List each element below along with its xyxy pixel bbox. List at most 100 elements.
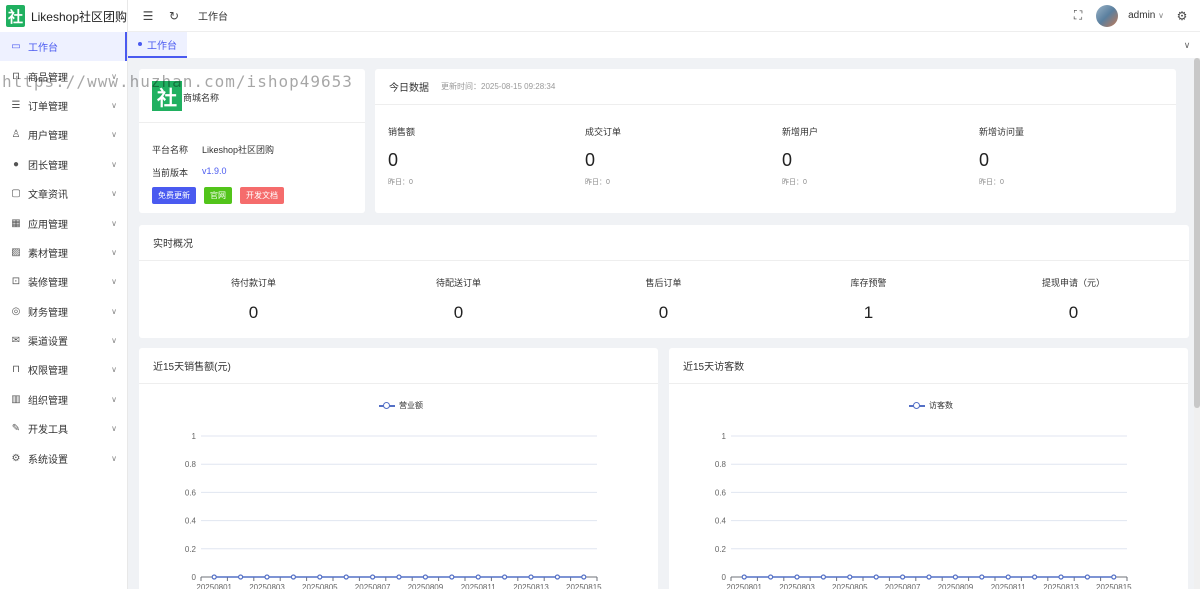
scrollbar-thumb[interactable] [1194,58,1200,408]
realtime-item-after-sales[interactable]: 售后订单 0 [561,276,766,323]
sidebar-item-label: 文章资讯 [28,190,68,202]
stat-orders: 成交订单 0 昨日：0 [585,125,621,187]
realtime-item-pending-delivery[interactable]: 待配送订单 0 [356,276,561,323]
sidebar-item-12[interactable]: ▥ 组织管理 ∨ [0,385,127,414]
avatar[interactable] [1096,4,1119,27]
data-point[interactable] [741,574,747,580]
stat-name: 新增访问量 [979,127,1025,137]
message-icon: ▢ [11,188,21,200]
y-tick-label: 0.8 [715,460,727,469]
data-point[interactable] [1032,574,1038,580]
monitor-icon: ▭ [11,41,21,53]
chevron-down-icon: ∨ [111,394,117,404]
data-point[interactable] [237,574,244,580]
realtime-card: 实时概况 待付款订单 0 待配送订单 0 售后订单 0 库存预警 1 提现申请（… [139,225,1189,338]
chevron-down-icon: ∨ [1158,11,1164,20]
sidebar-item-8[interactable]: ⊡ 装修管理 ∨ [0,267,127,296]
settings-gear-icon[interactable]: ⚙ [1174,8,1190,24]
chevron-down-icon: ∨ [111,218,117,228]
stat-sales: 销售额 0 昨日：0 [388,125,415,187]
data-point[interactable] [290,574,296,580]
sidebar-item-3[interactable]: ♙ 用户管理 ∨ [0,120,127,149]
version-value[interactable]: v1.9.0 [202,166,227,179]
visitors-chart-card: 近15天访客数 访客数 0 0.2 0.4 0.6 0.8 1 20250801 202508… [669,348,1188,589]
page-scrollbar[interactable] [1194,58,1200,589]
official-site-button[interactable]: 官网 [204,187,232,204]
app-title: Likeshop社区团购 [30,9,127,24]
data-point[interactable] [370,574,376,580]
data-point[interactable] [1005,574,1011,580]
data-point[interactable] [900,574,906,580]
chevron-down-icon: ∨ [111,306,117,316]
dev-docs-button[interactable]: 开发文档 [240,187,284,204]
money-icon: ◎ [11,305,21,317]
realtime-item-stock-warning[interactable]: 库存预警 1 [766,276,971,323]
data-point[interactable] [926,574,932,580]
data-point[interactable] [317,574,323,580]
realtime-item-withdrawal[interactable]: 提现申请（元） 0 [971,276,1176,323]
stat-name: 成交订单 [585,127,622,137]
realtime-name: 提现申请（元） [1041,278,1105,288]
data-point[interactable] [794,574,800,580]
app-logo[interactable]: 社 Likeshop社区团购 [0,0,127,32]
list-icon: ☰ [11,99,21,111]
tabs-more-chevron-icon[interactable]: ∨ [1174,32,1200,58]
data-point[interactable] [554,574,560,580]
bag-icon: ⊓ [12,70,20,82]
data-point[interactable] [952,574,958,580]
x-tick-label: 20250803 [249,583,285,589]
chevron-down-icon: ∨ [111,247,117,257]
sidebar-item-6[interactable]: ▦ 应用管理 ∨ [0,208,127,237]
sidebar-item-label: 组织管理 [28,395,68,407]
data-point[interactable] [1111,574,1117,580]
data-point[interactable] [396,574,402,580]
data-point[interactable] [264,574,270,580]
platform-name-value: Likeshop社区团购 [202,145,275,155]
sidebar-item-1[interactable]: ⊓ 商品管理 ∨ [0,61,127,90]
menu-toggle-icon[interactable]: ☰ [140,8,156,24]
data-point[interactable] [1058,574,1064,580]
y-tick-label: 0.8 [185,460,197,469]
platform-name-label: 平台名称 [152,145,189,155]
stat-value: 0 [979,150,990,170]
realtime-item-pending-payment[interactable]: 待付款订单 0 [151,276,356,323]
x-tick-label: 20250805 [832,583,868,589]
sidebar-item-13[interactable]: ✎ 开发工具 ∨ [0,414,127,443]
stat-yesterday: 昨日：0 [979,179,1004,186]
data-point[interactable] [1084,574,1090,580]
refresh-icon[interactable]: ↻ [166,8,182,24]
sidebar-item-0[interactable]: ▭ 工作台 [0,32,127,62]
stat-name: 销售额 [388,127,416,137]
sidebar-item-label: 装修管理 [28,278,68,290]
free-update-button[interactable]: 免费更新 [152,187,196,204]
chevron-down-icon: ∨ [111,130,117,140]
data-point[interactable] [449,574,455,580]
sidebar-item-14[interactable]: ⚙ 系统设置 ∨ [0,443,127,472]
data-point[interactable] [581,574,587,580]
data-point[interactable] [873,574,879,580]
data-point[interactable] [422,574,428,580]
realtime-name: 库存预警 [850,278,887,288]
data-point[interactable] [528,574,534,580]
data-point[interactable] [211,574,217,580]
sidebar-item-7[interactable]: ▨ 素材管理 ∨ [0,238,127,267]
realtime-name: 待付款订单 [230,278,276,288]
tab-workbench[interactable]: 工作台 [128,32,187,58]
data-point[interactable] [343,574,349,580]
sidebar-item-9[interactable]: ◎ 财务管理 ∨ [0,297,127,326]
fullscreen-icon[interactable]: ⛶ [1070,8,1086,24]
sidebar-item-5[interactable]: ▢ 文章资讯 ∨ [0,179,127,208]
data-point[interactable] [502,574,508,580]
sidebar-item-4[interactable]: ● 团长管理 ∨ [0,150,127,179]
sidebar-item-11[interactable]: ⊓ 权限管理 ∨ [0,355,127,384]
username-dropdown[interactable]: admin ∨ [1128,10,1164,21]
data-point[interactable] [475,574,481,580]
sidebar-item-2[interactable]: ☰ 订单管理 ∨ [0,91,127,120]
data-point[interactable] [847,574,853,580]
data-point[interactable] [979,574,985,580]
sidebar-item-10[interactable]: ✉ 渠道设置 ∨ [0,326,127,355]
data-point[interactable] [767,574,774,580]
today-data-header: 今日数据 更新时间：2025-08-15 09:28:34 [375,69,1176,105]
stat-value: 0 [585,150,596,170]
data-point[interactable] [820,574,826,580]
